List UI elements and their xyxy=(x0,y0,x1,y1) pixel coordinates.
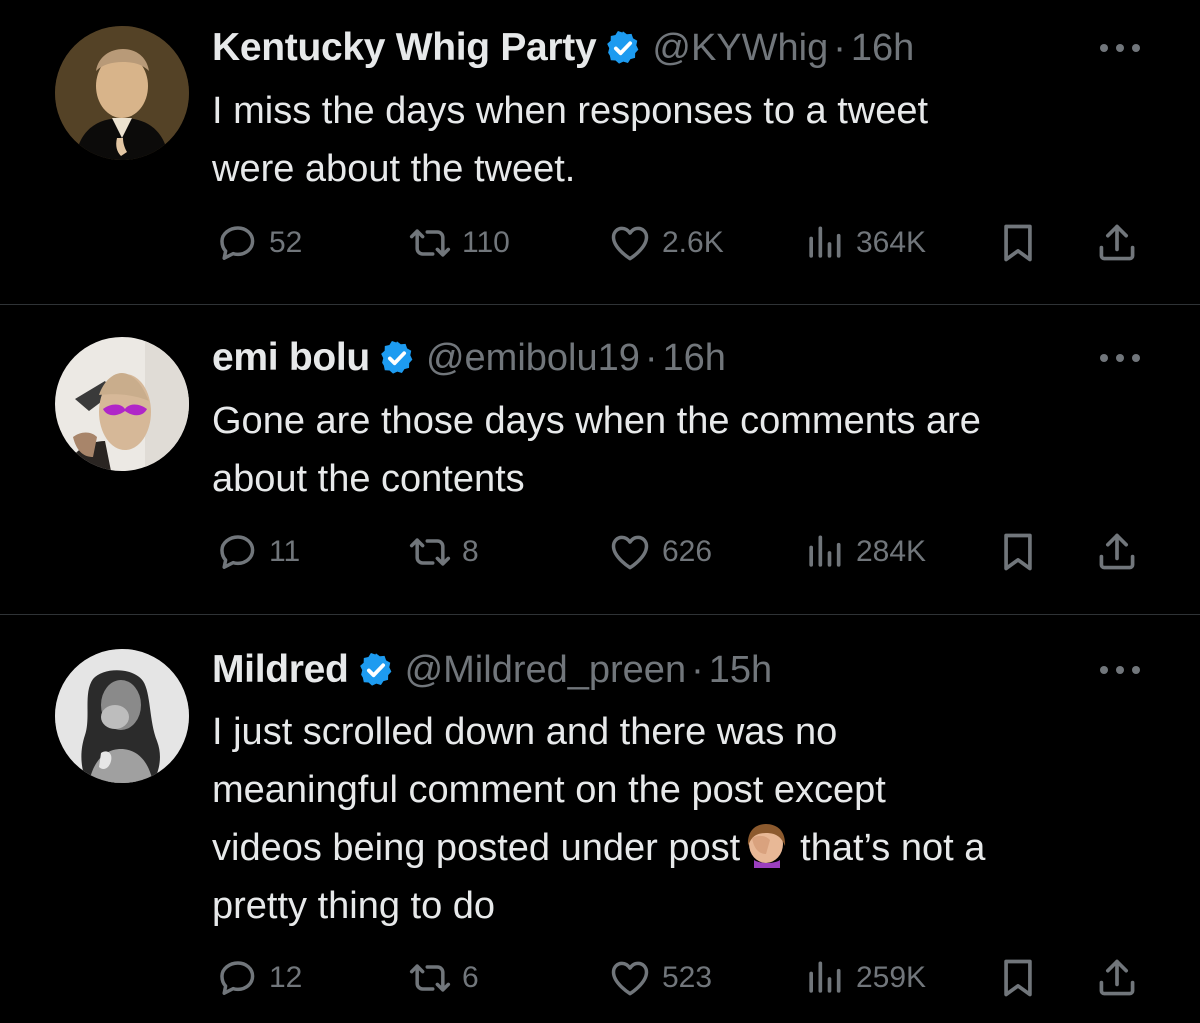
share-button[interactable] xyxy=(1095,218,1139,268)
action-bar: 11 8 626 284K xyxy=(0,527,1200,577)
tweet-text: I just scrolled down and there was no me… xyxy=(212,703,1162,935)
display-name[interactable]: Kentucky Whig Party xyxy=(212,26,597,70)
share-icon xyxy=(1095,530,1139,574)
bookmark-button[interactable] xyxy=(996,527,1040,577)
bookmark-icon xyxy=(996,956,1040,1000)
retweet-icon xyxy=(408,530,452,574)
heart-icon xyxy=(608,221,652,265)
bookmark-button[interactable] xyxy=(996,953,1040,1003)
views-icon xyxy=(802,221,846,265)
tweet-text-line: Gone are those days when the comments ar… xyxy=(212,400,981,442)
face-palm-emoji-icon xyxy=(748,824,786,868)
user-handle[interactable]: @Mildred_preen xyxy=(405,649,687,692)
woman-photo-avatar-image xyxy=(55,649,189,783)
tweet-text-line: I just scrolled down and there was no xyxy=(212,711,838,753)
verified-badge-icon xyxy=(378,339,416,377)
tweet-text-line: were about the tweet. xyxy=(212,148,576,190)
display-name[interactable]: emi bolu xyxy=(212,336,370,380)
retweet-button[interactable]: 6 xyxy=(408,953,479,1003)
share-icon xyxy=(1095,221,1139,265)
retweet-count: 110 xyxy=(462,226,510,259)
views-button[interactable]: 284K xyxy=(802,527,926,577)
user-handle[interactable]: @emibolu19 xyxy=(426,337,640,380)
display-name[interactable]: Mildred xyxy=(212,648,349,692)
views-icon xyxy=(802,530,846,574)
verified-badge-icon xyxy=(604,29,642,67)
more-options-icon[interactable] xyxy=(1100,42,1140,54)
avatar[interactable] xyxy=(55,337,189,471)
reply-count: 12 xyxy=(269,961,303,994)
heart-icon xyxy=(608,530,652,574)
reply-icon xyxy=(215,956,259,1000)
bookmark-icon xyxy=(996,221,1040,265)
tweet[interactable]: emi bolu @emibolu19 · 16h Gone are those… xyxy=(0,305,1200,614)
timestamp[interactable]: 15h xyxy=(709,649,772,692)
user-handle[interactable]: @KYWhig xyxy=(652,27,828,70)
retweet-icon xyxy=(408,221,452,265)
bookmark-icon xyxy=(996,530,1040,574)
retweet-button[interactable]: 8 xyxy=(408,527,479,577)
reply-button[interactable]: 52 xyxy=(215,218,302,268)
separator-dot: · xyxy=(833,26,846,69)
reply-count: 11 xyxy=(269,535,301,568)
retweet-icon xyxy=(408,956,452,1000)
retweet-count: 8 xyxy=(462,535,479,568)
reply-icon xyxy=(215,221,259,265)
like-button[interactable]: 523 xyxy=(608,953,712,1003)
action-bar: 12 6 523 259K xyxy=(0,953,1200,1003)
tweet-text: Gone are those days when the comments ar… xyxy=(212,392,1162,508)
separator-dot: · xyxy=(644,336,658,379)
views-count: 364K xyxy=(856,226,927,259)
timestamp[interactable]: 16h xyxy=(851,27,914,70)
views-icon xyxy=(802,956,846,1000)
masked-figure-avatar-image xyxy=(55,337,189,471)
share-button[interactable] xyxy=(1095,527,1139,577)
tweet-text: I miss the days when responses to a twee… xyxy=(212,82,1162,198)
like-button[interactable]: 2.6K xyxy=(608,218,724,268)
retweet-button[interactable]: 110 xyxy=(408,218,510,268)
views-button[interactable]: 259K xyxy=(802,953,926,1003)
avatar[interactable] xyxy=(55,26,189,160)
views-count: 284K xyxy=(856,535,927,568)
tweet-text-segment: videos being posted under post xyxy=(212,827,741,869)
tweet-text-line: videos being posted under post that’s no… xyxy=(212,819,1162,877)
views-count: 259K xyxy=(856,961,927,994)
tweet-text-line: I miss the days when responses to a twee… xyxy=(212,90,929,132)
tweet[interactable]: Mildred @Mildred_preen · 15h I just scro… xyxy=(0,615,1200,1023)
reply-button[interactable]: 11 xyxy=(215,527,300,577)
reply-icon xyxy=(215,530,259,574)
share-icon xyxy=(1095,956,1139,1000)
more-options-icon[interactable] xyxy=(1100,664,1140,676)
tweet-text-segment: that’s not a xyxy=(800,827,986,869)
avatar[interactable] xyxy=(55,649,189,783)
reply-button[interactable]: 12 xyxy=(215,953,302,1003)
reply-count: 52 xyxy=(269,226,303,259)
like-count: 626 xyxy=(662,535,713,568)
share-button[interactable] xyxy=(1095,953,1139,1003)
tweet[interactable]: Kentucky Whig Party @KYWhig · 16h I miss… xyxy=(0,0,1200,304)
tweet-text-line: about the contents xyxy=(212,458,525,500)
timestamp[interactable]: 16h xyxy=(663,337,726,380)
more-options-icon[interactable] xyxy=(1100,352,1140,364)
views-button[interactable]: 364K xyxy=(802,218,926,268)
retweet-count: 6 xyxy=(462,961,479,994)
separator-dot: · xyxy=(691,648,704,691)
heart-icon xyxy=(608,956,652,1000)
verified-badge-icon xyxy=(357,651,395,689)
action-bar: 52 110 2.6K 364K xyxy=(0,218,1200,268)
like-count: 2.6K xyxy=(662,226,724,259)
tweet-text-line: meaningful comment on the post except xyxy=(212,769,886,811)
like-count: 523 xyxy=(662,961,713,994)
portrait-avatar-image xyxy=(55,26,189,160)
like-button[interactable]: 626 xyxy=(608,527,712,577)
bookmark-button[interactable] xyxy=(996,218,1040,268)
tweet-text-line: pretty thing to do xyxy=(212,885,496,927)
